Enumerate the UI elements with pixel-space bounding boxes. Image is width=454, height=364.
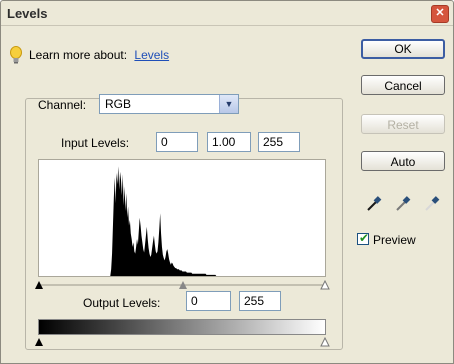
learn-more-row: Learn more about: Levels	[10, 46, 169, 64]
white-eyedropper-icon[interactable]	[422, 194, 442, 214]
histogram-area	[39, 166, 325, 276]
gray-eyedropper-icon[interactable]	[393, 194, 413, 214]
input-levels-label: Input Levels:	[61, 136, 130, 150]
learn-more-label: Learn more about:	[29, 48, 128, 62]
output-slider[interactable]	[31, 334, 333, 348]
levels-dialog: Levels ✕ Learn more about: Levels OK Can…	[0, 0, 454, 364]
output-gradient	[38, 319, 326, 335]
channel-select[interactable]: RGB ▼	[99, 94, 239, 114]
check-icon: ✔	[359, 231, 370, 245]
output-black-field[interactable]: 0	[186, 291, 231, 311]
preview-label: Preview	[373, 233, 416, 247]
title-bar: Levels ✕	[1, 1, 453, 26]
channel-label: Channel:	[38, 98, 87, 112]
auto-button[interactable]: Auto	[361, 151, 445, 171]
preview-checkbox[interactable]: ✔	[357, 231, 370, 245]
output-white-handle[interactable]	[320, 336, 330, 347]
chevron-down-icon[interactable]: ▼	[219, 95, 238, 113]
dialog-title: Levels	[7, 6, 48, 21]
histogram-plot	[39, 166, 325, 276]
levels-help-link[interactable]: Levels	[134, 48, 169, 62]
ok-button[interactable]: OK	[361, 39, 445, 59]
reset-button[interactable]: Reset	[361, 114, 445, 134]
input-slider[interactable]	[31, 276, 333, 290]
close-icon[interactable]: ✕	[431, 5, 449, 23]
output-white-field[interactable]: 255	[239, 291, 281, 311]
output-levels-label: Output Levels:	[83, 296, 161, 310]
channel-value: RGB	[105, 97, 132, 111]
histogram	[38, 159, 326, 277]
input-white-field[interactable]: 255	[258, 132, 300, 152]
lightbulb-icon	[10, 46, 22, 64]
black-eyedropper-icon[interactable]	[364, 194, 384, 214]
input-gamma-field[interactable]: 1.00	[207, 132, 251, 152]
input-black-field[interactable]: 0	[156, 132, 198, 152]
output-black-handle[interactable]	[35, 338, 43, 346]
cancel-button[interactable]: Cancel	[361, 75, 445, 95]
